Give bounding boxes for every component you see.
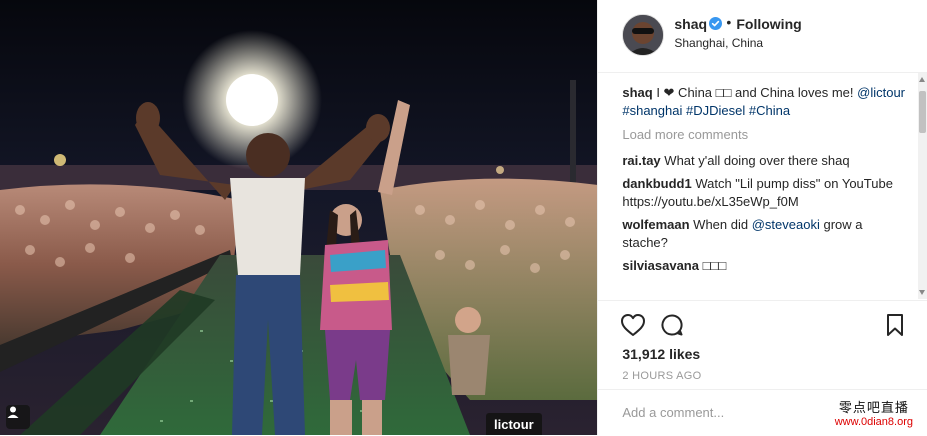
scrollbar-thumb[interactable] [919,91,926,133]
comment-item: silviasavana □□□ [622,257,908,275]
action-bar [598,300,927,351]
caption-text-c: and China loves me! [735,85,854,100]
bookmark-icon[interactable] [885,313,905,337]
caption-text-b: □□ [715,85,732,100]
watermark-line1: 零点吧直播 [838,400,909,415]
comment-username[interactable]: rai.tay [622,153,660,168]
caption: shaq I ❤ China □□ and China loves me! @l… [622,84,908,120]
post-timestamp[interactable]: 2 HOURS AGO [622,370,701,382]
caption-tag[interactable]: #China [749,103,790,118]
comment-item: rai.tay What y'all doing over there shaq [622,152,908,170]
comment-item: dankbudd1 Watch "Lil pump diss" on YouTu… [622,175,908,211]
watermark-line2: www.0dian8.org [834,416,913,428]
avatar-image [623,15,664,55]
heart-icon[interactable] [620,313,646,337]
post-location[interactable]: Shanghai, China [674,36,763,50]
verified-icon [709,17,723,30]
concert-photo [0,0,598,435]
comment-icon[interactable] [660,313,684,337]
photo-user-tag[interactable]: lictour [486,413,542,435]
add-comment-input[interactable] [620,404,815,421]
comment-item: wolfemaan When did @steveaoki grow a sta… [622,216,908,252]
comment-mention[interactable]: @steveaoki [752,217,820,232]
load-more-comments[interactable]: Load more comments [622,126,908,144]
caption-tag[interactable]: @lictour [857,85,905,100]
post-side-panel: shaq • Following Shanghai, China shaq I … [597,0,927,435]
post-header: shaq • Following Shanghai, China [598,0,927,73]
comment-text: What y'all doing over there shaq [664,153,850,168]
user-tag-icon [7,406,19,418]
scroll-down-arrow-icon[interactable] [919,290,925,295]
comments-list[interactable]: shaq I ❤ China □□ and China loves me! @l… [622,84,908,298]
caption-text-a: I ❤ China [656,85,713,100]
post-photo[interactable]: lictour [0,0,598,435]
site-watermark: 零点吧直播 www.0dian8.org [835,397,913,428]
comment-username[interactable]: dankbudd1 [622,176,691,191]
comment-text: □□□ [702,258,727,273]
post-view: lictour shaq • Following Shanghai, China [0,0,927,435]
comments-scrollbar[interactable] [918,73,927,299]
caption-tag[interactable]: #shanghai [622,103,682,118]
likes-count[interactable]: 31,912 likes [622,346,700,362]
caption-tag[interactable]: #DJDiesel [686,103,745,118]
following-button[interactable]: Following [736,16,801,32]
avatar[interactable] [622,14,665,56]
caption-username[interactable]: shaq [622,85,652,100]
comment-username[interactable]: wolfemaan [622,217,689,232]
tagged-users-button[interactable] [6,405,30,429]
comment-username[interactable]: silviasavana [622,258,699,273]
scroll-up-arrow-icon[interactable] [919,77,925,82]
post-username[interactable]: shaq [674,16,707,32]
separator-dot: • [726,14,732,30]
comment-text: When did [693,217,749,232]
